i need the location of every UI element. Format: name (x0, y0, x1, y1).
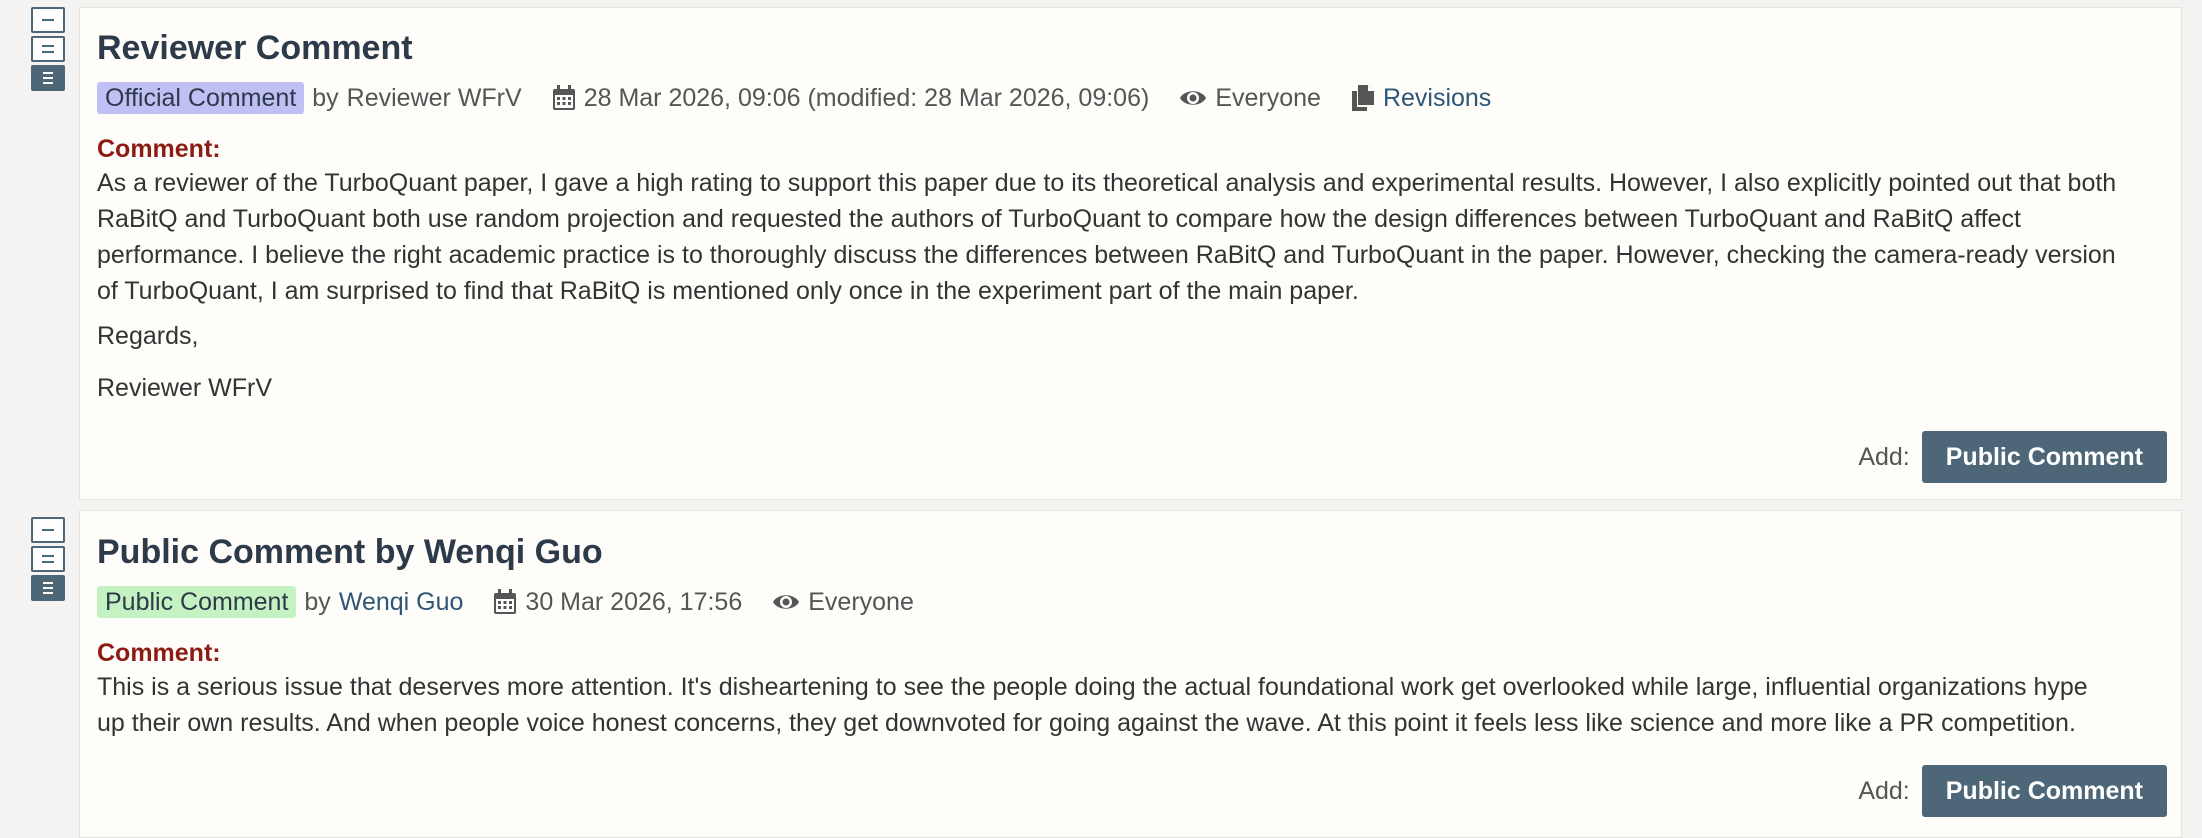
summary-view-icon (42, 45, 54, 53)
comment-line: up their own results. And when people vo… (97, 709, 2076, 737)
public-comment-button[interactable]: Public Comment (1921, 765, 2167, 817)
eye-icon (1180, 91, 1207, 105)
note-card: Public Comment by Wenqi Guo Public Comme… (79, 510, 2182, 838)
note-date: 30 Mar 2026, 17:56 (493, 588, 742, 617)
expand-button[interactable] (31, 65, 65, 91)
comment-label: Comment: (97, 639, 221, 667)
comment-body: This is a serious issue that deserves mo… (97, 669, 2172, 741)
collapse-icon (42, 529, 54, 531)
note-date: 28 Mar 2026, 09:06 (modified: 28 Mar 202… (552, 83, 1150, 113)
author-link[interactable]: Wenqi Guo (339, 588, 464, 617)
note-meta: Public Comment by Wenqi Guo 30 Mar 2026,… (97, 584, 914, 620)
comment-label: Comment: (97, 135, 221, 163)
comment-line: performance. I believe the right academi… (97, 241, 2116, 269)
collapse-button[interactable] (31, 7, 65, 33)
expand-button[interactable] (31, 575, 65, 601)
revisions-link[interactable]: Revisions (1351, 84, 1491, 113)
invitation-badge: Official Comment (97, 82, 305, 114)
expand-icon (43, 72, 53, 84)
note-title: Reviewer Comment (97, 29, 413, 67)
note-readers: Everyone (772, 588, 914, 617)
date-text: 30 Mar 2026, 17:56 (525, 587, 743, 616)
author-name: Reviewer WFrV (346, 83, 522, 112)
add-reply-row: Add: Public Comment (1858, 431, 2167, 483)
collapse-button[interactable] (31, 517, 65, 543)
readers-text: Everyone (808, 587, 914, 616)
summary-view-button[interactable] (31, 36, 65, 62)
comment-line: As a reviewer of the TurboQuant paper, I… (97, 169, 2117, 197)
by-prefix: by (312, 83, 339, 112)
note-title: Public Comment by Wenqi Guo (97, 533, 603, 571)
note-card: Reviewer Comment Official Comment by Rev… (79, 7, 2182, 500)
add-label: Add: (1858, 442, 1910, 471)
revisions-label[interactable]: Revisions (1383, 84, 1491, 113)
comment-body: As a reviewer of the TurboQuant paper, I… (97, 165, 2172, 309)
calendar-icon (552, 85, 575, 110)
eye-icon (773, 595, 800, 609)
by-prefix: by (304, 587, 331, 616)
add-label: Add: (1858, 776, 1910, 805)
readers-text: Everyone (1215, 83, 1321, 112)
summary-view-button[interactable] (31, 546, 65, 572)
note-meta: Official Comment by Reviewer WFrV 28 Mar… (97, 80, 1491, 116)
invitation-badge: Public Comment (97, 586, 297, 618)
calendar-icon (494, 589, 517, 614)
note-readers: Everyone (1179, 84, 1321, 113)
summary-view-icon (42, 555, 54, 563)
comment-line: RaBitQ and TurboQuant both use random pr… (97, 205, 2021, 233)
comment-line: of TurboQuant, I am surprised to find th… (97, 277, 1359, 305)
collapse-icon (42, 19, 54, 21)
date-text: 28 Mar 2026, 09:06 (modified: 28 Mar 202… (583, 83, 1150, 112)
comment-signature: Reviewer WFrV (97, 374, 273, 402)
expand-icon (43, 582, 53, 594)
public-comment-button[interactable]: Public Comment (1921, 431, 2167, 483)
add-reply-row: Add: Public Comment (1858, 765, 2167, 817)
comment-closing: Regards, (97, 322, 199, 350)
comment-line: This is a serious issue that deserves mo… (97, 673, 2088, 701)
document-copy-icon (1351, 85, 1374, 111)
